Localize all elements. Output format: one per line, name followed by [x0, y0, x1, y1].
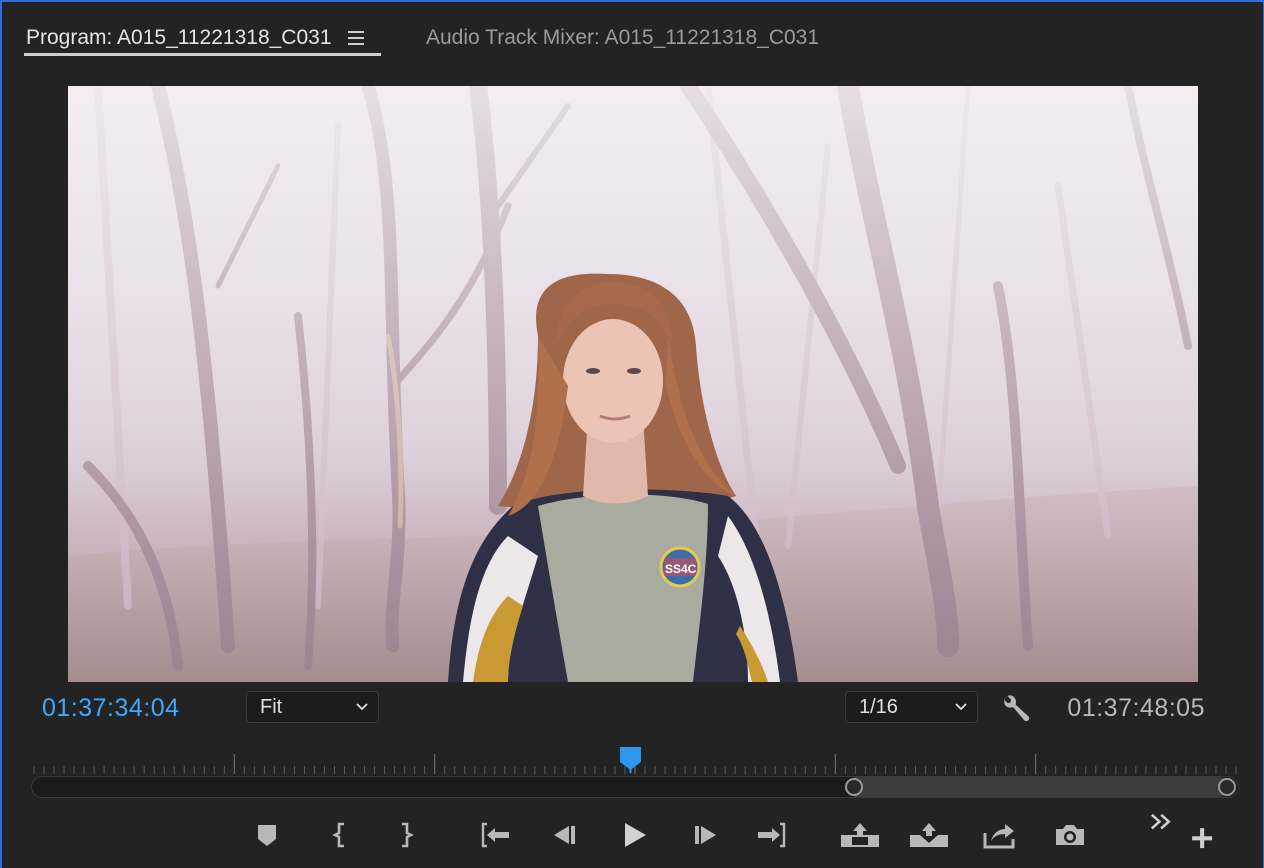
panel-menu-icon[interactable]: [347, 31, 364, 45]
go-to-in-icon: [481, 822, 509, 848]
camera-icon: [1056, 825, 1084, 845]
chevron-down-icon: [955, 703, 967, 711]
tab-audio-track-mixer-label: Audio Track Mixer: A015_11221318_C031: [426, 26, 820, 49]
play-icon: [625, 823, 646, 847]
more-controls-button[interactable]: [1142, 808, 1182, 842]
lift-icon: [841, 823, 879, 847]
zoom-level-select[interactable]: Fit: [246, 691, 379, 723]
playhead-handle[interactable]: [619, 746, 642, 773]
mark-in-icon: [332, 822, 344, 848]
zoom-end-handle[interactable]: [1218, 778, 1236, 796]
playback-resolution-select[interactable]: 1/16: [845, 691, 978, 723]
mark-out-icon: [402, 822, 414, 848]
export-icon: [983, 824, 1015, 849]
zoom-level-value: Fit: [260, 695, 283, 718]
step-forward-icon: [695, 826, 716, 844]
chevron-double-right-icon: [1150, 813, 1171, 830]
step-back-button[interactable]: [542, 815, 586, 855]
button-editor-button[interactable]: [1183, 820, 1223, 858]
badge-text: SS4C: [665, 562, 697, 576]
go-to-out-icon: [758, 822, 786, 848]
wrench-icon[interactable]: [1000, 692, 1032, 724]
mark-out-button[interactable]: [383, 815, 427, 855]
go-to-in-button[interactable]: [473, 815, 517, 855]
step-back-icon: [554, 826, 575, 844]
video-frame[interactable]: SS4C: [68, 86, 1198, 682]
extract-button[interactable]: [907, 815, 951, 855]
marker-icon: [258, 825, 276, 846]
video-frame-image: SS4C: [68, 86, 1198, 682]
step-forward-button[interactable]: [684, 815, 728, 855]
plus-icon: [1192, 828, 1213, 849]
extract-icon: [910, 823, 948, 847]
program-monitor-panel: Program: A015_11221318_C031 Audio Track …: [0, 0, 1264, 868]
go-to-out-button[interactable]: [750, 815, 794, 855]
lift-button[interactable]: [838, 815, 882, 855]
tab-program-label: Program: A015_11221318_C031: [26, 26, 332, 49]
tab-audio-track-mixer[interactable]: Audio Track Mixer: A015_11221318_C031: [426, 20, 819, 56]
export-frame-button[interactable]: [977, 815, 1021, 855]
play-button[interactable]: [612, 815, 656, 855]
chevron-down-icon: [356, 703, 368, 711]
duration-timecode: 01:37:48:05: [1067, 694, 1205, 722]
mark-in-button[interactable]: [319, 815, 363, 855]
current-timecode[interactable]: 01:37:34:04: [42, 692, 180, 724]
camera-button[interactable]: [1048, 815, 1092, 855]
playback-resolution-value: 1/16: [859, 695, 898, 718]
add-marker-button[interactable]: [245, 815, 289, 855]
tab-program[interactable]: Program: A015_11221318_C031: [24, 20, 381, 56]
zoom-start-handle[interactable]: [845, 778, 863, 796]
zoom-scroll-range[interactable]: [854, 777, 1228, 797]
